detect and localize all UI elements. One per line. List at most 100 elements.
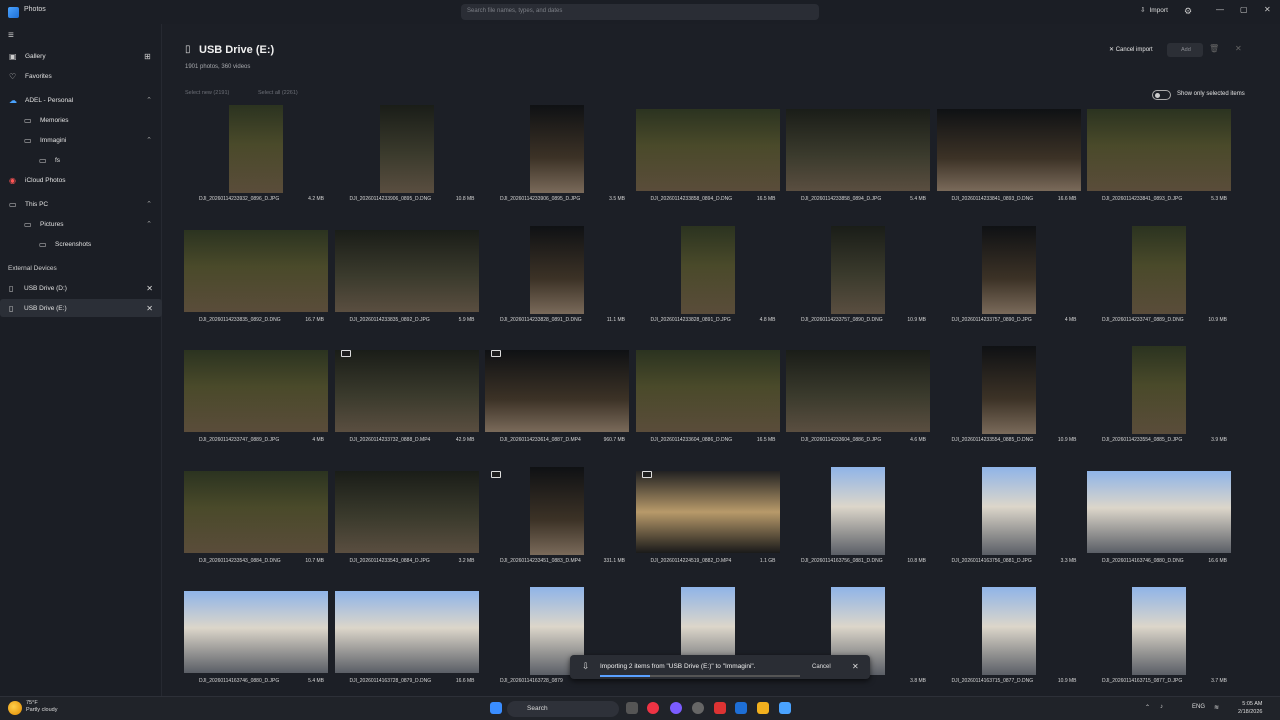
close-icon[interactable]: ✕ — [1235, 44, 1242, 53]
photo-tile[interactable]: DJI_20260114163715_0877_D.JPG 3.7 MB — [1087, 587, 1231, 696]
app-icon[interactable] — [735, 702, 747, 714]
sidebar-item-usb-d[interactable]: ▯ USB Drive (D:) ✕ — [0, 279, 162, 297]
file-size: 4 MB — [312, 437, 324, 443]
photo-caption: DJI_20260114233835_0892_D.DNG 16.7 MB — [184, 317, 328, 323]
minimize-button[interactable]: — — [1216, 5, 1224, 14]
photo-tile[interactable]: DJI_20260114163728_0879_D.DNG 16.6 MB — [334, 587, 479, 696]
settings-icon[interactable]: ⚙ — [1184, 6, 1192, 17]
wifi-icon[interactable]: ≋ — [1214, 704, 1219, 711]
sidebar-item-usb-e[interactable]: ▯ USB Drive (E:) ✕ — [0, 299, 162, 317]
sidebar-item-memories[interactable]: ▭ Memories — [0, 111, 162, 129]
photo-tile[interactable]: DJI_20260114233554_0885_D.DNG 10.9 MB — [937, 346, 1081, 464]
weather-desc: Partly cloudy — [26, 707, 58, 713]
photo-thumbnail — [981, 346, 1036, 434]
photo-tile[interactable]: DJI_20260114233543_0884_D.JPG 3.2 MB — [334, 467, 479, 585]
photo-tile[interactable]: DJI_20260114233841_0893_D.JPG 5.3 MB — [1087, 105, 1231, 223]
photo-tile[interactable]: DJI_20260114163746_0880_D.JPG 5.4 MB — [184, 587, 328, 696]
sidebar-item-gallery[interactable]: ▣ Gallery ⊞ — [0, 47, 162, 65]
file-size: 11.1 MB — [606, 316, 625, 323]
photo-tile[interactable]: DJI_20260114233747_0889_D.JPG 4 MB — [184, 346, 328, 464]
sidebar-item-onedrive[interactable]: ☁ ADEL - Personal ⌃ — [0, 91, 162, 109]
search-input[interactable]: Search file names, types, and dates — [461, 4, 819, 20]
eject-icon[interactable]: ✕ — [146, 304, 153, 313]
file-size: 10.8 MB — [455, 196, 475, 202]
photo-tile[interactable]: DJI_20260114233906_0895_D.DNG 10.8 MB — [335, 105, 479, 223]
language-indicator[interactable]: ENG — [1192, 704, 1205, 710]
toast-cancel-button[interactable]: Cancel — [812, 664, 831, 670]
windows-start-icon[interactable] — [490, 702, 502, 714]
file-explorer-icon[interactable] — [757, 702, 769, 714]
select-new-checkbox[interactable]: Select new (2191) — [185, 90, 229, 96]
import-button[interactable]: ⇩ Import — [1140, 6, 1168, 15]
photo-tile[interactable]: DJI_20260114233841_0893_D.DNG 16.6 MB — [936, 105, 1081, 223]
photo-tile[interactable]: DJI_20260114233906_0895_D.JPG 3.5 MB — [485, 105, 629, 223]
trash-icon[interactable]: 🗑 — [1209, 44, 1219, 53]
photo-caption: DJI_20260114233858_0894_D.JPG 5.4 MB — [786, 196, 930, 202]
sidebar-item-fs[interactable]: ▭ fs — [0, 151, 162, 169]
app-icon[interactable] — [714, 702, 726, 714]
taskbar-search[interactable]: Search — [507, 701, 619, 717]
photo-tile[interactable]: DJI_20260114233835_0892_D.DNG 16.7 MB — [184, 226, 328, 344]
photo-tile[interactable]: DJI_20260114233732_0888_D.MP4 42.9 MB — [334, 346, 479, 464]
photo-tile[interactable]: DJI_20260114233451_0883_D.MP4 331.1 MB — [485, 466, 629, 585]
photos-taskbar-icon[interactable] — [779, 702, 791, 714]
sidebar-item-this-pc[interactable]: ▭ This PC ⌃ — [0, 195, 162, 213]
photo-tile[interactable]: DJI_20260114233604_0886_D.DNG 16.5 MB — [635, 346, 780, 464]
photo-tile[interactable]: DJI_20260114233554_0885_D.JPG 3.9 MB — [1087, 346, 1231, 464]
photo-tile[interactable]: DJI_20260114163715_0877_D.DNG 10.9 MB — [937, 587, 1081, 696]
close-window-button[interactable]: ✕ — [1264, 5, 1271, 14]
taskbar-search-label: Search — [527, 705, 548, 712]
hamburger-menu-icon[interactable]: ≡ — [8, 30, 14, 41]
chrome-icon[interactable] — [647, 702, 659, 714]
photo-tile[interactable]: DJI_20260114233828_0891_D.JPG 4.8 MB — [636, 225, 780, 344]
photo-caption: DJI_20260114233732_0888_D.MP4 42.9 MB — [335, 437, 479, 443]
photo-tile[interactable]: DJI_20260114233543_0884_D.DNG 10.7 MB — [184, 467, 328, 585]
chevron-up-icon[interactable]: ⌃ — [146, 96, 152, 104]
photo-tile[interactable]: DJI_20260114224519_0882_D.MP4 1.1 GB — [635, 467, 780, 585]
toast-close-icon[interactable]: ✕ — [852, 662, 859, 671]
photo-tile[interactable]: DJI_20260114233757_0890_D.JPG 4 MB — [937, 225, 1081, 344]
main-content: ▯ USB Drive (E:) 1901 photos, 360 videos… — [163, 24, 1280, 696]
chevron-up-icon[interactable]: ⌃ — [146, 220, 152, 228]
photo-tile[interactable]: DJI_20260114233835_0892_D.JPG 5.9 MB — [334, 226, 479, 344]
weather-widget[interactable]: 75°F Partly cloudy — [26, 700, 58, 714]
photo-tile[interactable]: 3.8 MB — [786, 587, 930, 696]
clock[interactable]: 5:05 AM 2/18/2026 — [1238, 700, 1262, 716]
chevron-up-icon[interactable]: ⌃ — [146, 200, 152, 208]
photo-tile[interactable]: DJI_20260114233747_0889_D.DNG 10.9 MB — [1087, 225, 1231, 344]
photo-tile[interactable]: DJI_20260114233604_0886_D.JPG 4.6 MB — [786, 346, 930, 464]
maximize-button[interactable]: ▢ — [1240, 5, 1248, 14]
add-button[interactable]: Add — [1167, 43, 1203, 57]
chevron-up-icon[interactable]: ⌃ — [1145, 704, 1150, 711]
chevron-up-icon[interactable]: ⌃ — [146, 136, 152, 144]
cancel-import-button[interactable]: ✕ Cancel import — [1109, 46, 1153, 53]
photo-tile[interactable]: DJI_20260114163746_0880_D.DNG 16.6 MB — [1087, 467, 1231, 585]
photo-tile[interactable]: DJI_20260114233828_0891_D.DNG 11.1 MB — [485, 225, 629, 344]
photo-tile[interactable]: DJI_20260114233932_0896_D.JPG 4.2 MB — [184, 105, 328, 223]
photo-tile[interactable]: DJI_20260114233858_0894_D.DNG 16.5 MB — [635, 105, 780, 223]
sidebar-item-icloud[interactable]: ◉ iCloud Photos — [0, 171, 162, 189]
add-folder-icon[interactable]: ⊞ — [144, 52, 151, 61]
task-view-icon[interactable] — [626, 702, 638, 714]
sidebar-item-screenshots[interactable]: ▭ Screenshots — [0, 235, 162, 253]
weather-icon[interactable] — [8, 701, 22, 715]
sidebar-item-immagini[interactable]: ▭ Immagini ⌃ — [0, 131, 162, 149]
app-icon[interactable] — [692, 702, 704, 714]
volume-icon[interactable]: ♪ — [1160, 704, 1163, 710]
sidebar-item-pictures[interactable]: ▭ Pictures ⌃ — [0, 215, 162, 233]
select-all-checkbox[interactable]: Select all (2261) — [258, 90, 298, 96]
photo-tile[interactable]: DJI_20260114233858_0894_D.JPG 5.4 MB — [786, 105, 930, 223]
photo-tile[interactable] — [636, 587, 780, 696]
photo-tile[interactable]: DJI_20260114163756_0881_D.JPG 3.3 MB — [937, 466, 1081, 585]
photo-caption: DJI_20260114233906_0895_D.DNG 10.8 MB — [335, 196, 479, 202]
sidebar-item-favorites[interactable]: ♡ Favorites — [0, 67, 162, 85]
messenger-icon[interactable] — [670, 702, 682, 714]
photo-tile[interactable]: DJI_20260114233757_0890_D.DNG 10.9 MB — [786, 225, 930, 344]
photo-tile[interactable]: DJI_20260114163728_0879 — [485, 587, 629, 696]
photo-tile[interactable]: DJI_20260114233614_0887_D.MP4 960.7 MB — [485, 346, 629, 464]
file-size: 16.7 MB — [305, 316, 324, 323]
photo-thumbnail — [936, 109, 1081, 191]
photo-tile[interactable]: DJI_20260114163756_0881_D.DNG 10.8 MB — [786, 466, 930, 585]
eject-icon[interactable]: ✕ — [146, 284, 153, 293]
show-selected-toggle[interactable] — [1152, 90, 1171, 100]
